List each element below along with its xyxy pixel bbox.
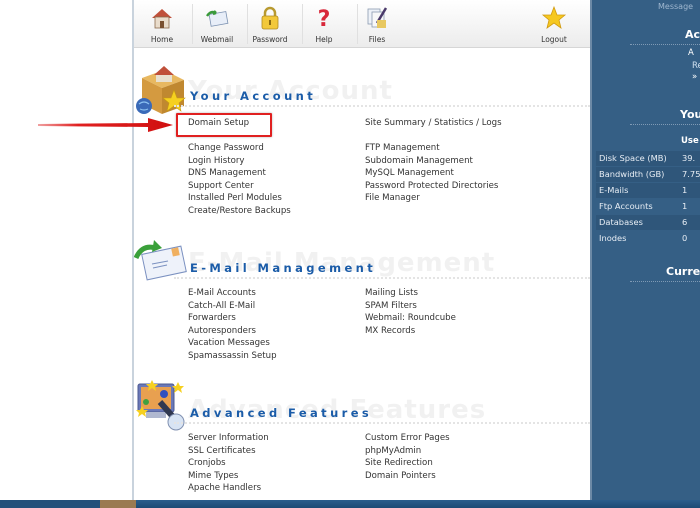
link-spamassassin-setup[interactable]: Spamassassin Setup <box>188 350 277 363</box>
sidebar-account-line: A <box>688 48 694 58</box>
link-cronjobs[interactable]: Cronjobs <box>188 457 226 470</box>
link-catch-all-email[interactable]: Catch-All E-Mail <box>188 300 255 313</box>
files-icon <box>367 7 388 28</box>
sidebar-divider <box>630 281 700 282</box>
stat-row-inodes: Inodes 0 <box>596 231 700 246</box>
toolbar-home-button[interactable]: Home <box>134 0 190 48</box>
stat-row-databases: Databases 6 <box>596 215 700 230</box>
account-box-icon <box>136 66 186 114</box>
link-mime-types[interactable]: Mime Types <box>188 470 238 483</box>
annotation-arrow-icon <box>38 118 173 132</box>
sidebar-account-heading: Ac <box>685 28 700 41</box>
toolbar-help-label: Help <box>315 35 333 44</box>
stat-value: 0 <box>682 233 688 243</box>
sidebar-account-more-link[interactable]: » <box>692 72 697 82</box>
link-site-redirection[interactable]: Site Redirection <box>365 457 433 470</box>
sidebar-current-heading: Curren <box>666 265 700 278</box>
taskbar-start-area[interactable] <box>0 500 100 508</box>
highlight-box <box>176 113 272 137</box>
stat-row-ftp-accounts: Ftp Accounts 1 <box>596 199 700 214</box>
stat-value: 1 <box>682 185 688 195</box>
link-ftp-management[interactable]: FTP Management <box>365 142 440 155</box>
link-change-password[interactable]: Change Password <box>188 142 264 155</box>
taskbar-app-button[interactable] <box>100 500 136 508</box>
toolbar-logout-label: Logout <box>541 35 567 44</box>
section-title: Your Account <box>190 89 317 103</box>
link-phpmyadmin[interactable]: phpMyAdmin <box>365 445 421 458</box>
section-divider <box>174 277 590 280</box>
link-custom-error-pages[interactable]: Custom Error Pages <box>365 432 450 445</box>
link-vacation-messages[interactable]: Vacation Messages <box>188 337 270 350</box>
link-webmail-roundcube[interactable]: Webmail: Roundcube <box>365 312 456 325</box>
toolbar-webmail-label: Webmail <box>200 35 234 44</box>
link-server-information[interactable]: Server Information <box>188 432 269 445</box>
stat-value: 39. <box>682 153 696 163</box>
link-subdomain-management[interactable]: Subdomain Management <box>365 155 473 168</box>
stat-value: 1 <box>682 201 688 211</box>
main-panel: Home Webmail Password ? Help Files Logou… <box>134 0 590 500</box>
link-dns-management[interactable]: DNS Management <box>188 167 266 180</box>
link-apache-handlers[interactable]: Apache Handlers <box>188 482 261 495</box>
sidebar-divider <box>630 44 700 45</box>
toolbar-logout-button[interactable]: Logout <box>526 0 582 48</box>
link-installed-perl-modules[interactable]: Installed Perl Modules <box>188 192 282 205</box>
sidebar-usage-heading: You <box>680 108 700 121</box>
sidebar-account-link[interactable]: Re <box>692 61 700 71</box>
sidebar-message-link[interactable]: Message <box>658 2 693 11</box>
padlock-icon <box>261 6 279 30</box>
section-title: E-Mail Management <box>190 261 377 275</box>
stat-label: Ftp Accounts <box>599 201 653 211</box>
link-spam-filters[interactable]: SPAM Filters <box>365 300 417 313</box>
webmail-icon <box>206 10 229 27</box>
section-title: Advanced Features <box>190 406 373 420</box>
stat-row-emails: E-Mails 1 <box>596 183 700 198</box>
sidebar-used-header: Use <box>681 136 699 146</box>
section-divider <box>174 422 590 425</box>
toolbar-home-label: Home <box>150 35 174 44</box>
link-mx-records[interactable]: MX Records <box>365 325 415 338</box>
link-site-summary[interactable]: Site Summary / Statistics / Logs <box>365 117 502 130</box>
svg-text:?: ? <box>318 7 331 31</box>
link-login-history[interactable]: Login History <box>188 155 245 168</box>
right-sidebar: Message Ac A Re » You Use Disk Space (MB… <box>590 0 700 500</box>
stat-value: 6 <box>682 217 688 227</box>
toolbar-help-button[interactable]: ? Help <box>296 0 352 48</box>
stat-label: Databases <box>599 217 643 227</box>
left-gutter <box>0 0 132 500</box>
stat-value: 7.75 <box>682 169 700 179</box>
link-mailing-lists[interactable]: Mailing Lists <box>365 287 418 300</box>
link-create-restore-backups[interactable]: Create/Restore Backups <box>188 205 291 218</box>
stat-label: Inodes <box>599 233 627 243</box>
toolbar-files-button[interactable]: Files <box>349 0 405 48</box>
screen: Home Webmail Password ? Help Files Logou… <box>0 0 700 508</box>
link-password-protected-directories[interactable]: Password Protected Directories <box>365 180 498 193</box>
link-file-manager[interactable]: File Manager <box>365 192 420 205</box>
toolbar-password-label: Password <box>252 35 288 44</box>
question-mark-icon: ? <box>318 7 331 31</box>
link-forwarders[interactable]: Forwarders <box>188 312 236 325</box>
stat-row-disk-space: Disk Space (MB) 39. <box>596 151 700 166</box>
link-autoresponders[interactable]: Autoresponders <box>188 325 256 338</box>
home-icon <box>152 9 172 29</box>
sidebar-divider <box>630 124 700 125</box>
toolbar-password-button[interactable]: Password <box>242 0 298 48</box>
link-domain-pointers[interactable]: Domain Pointers <box>365 470 436 483</box>
link-support-center[interactable]: Support Center <box>188 180 254 193</box>
link-ssl-certificates[interactable]: SSL Certificates <box>188 445 256 458</box>
section-divider <box>174 105 590 108</box>
stat-label: Bandwidth (GB) <box>599 169 665 179</box>
stat-row-bandwidth: Bandwidth (GB) 7.75 <box>596 167 700 182</box>
os-taskbar <box>0 500 700 508</box>
stat-label: E-Mails <box>599 185 629 195</box>
link-email-accounts[interactable]: E-Mail Accounts <box>188 287 256 300</box>
toolbar: Home Webmail Password ? Help Files Logou… <box>134 0 590 48</box>
stat-label: Disk Space (MB) <box>599 153 667 163</box>
toolbar-webmail-button[interactable]: Webmail <box>189 0 245 48</box>
link-mysql-management[interactable]: MySQL Management <box>365 167 454 180</box>
toolbar-files-label: Files <box>368 35 386 44</box>
star-icon <box>541 5 567 29</box>
email-envelope-icon <box>134 240 187 281</box>
